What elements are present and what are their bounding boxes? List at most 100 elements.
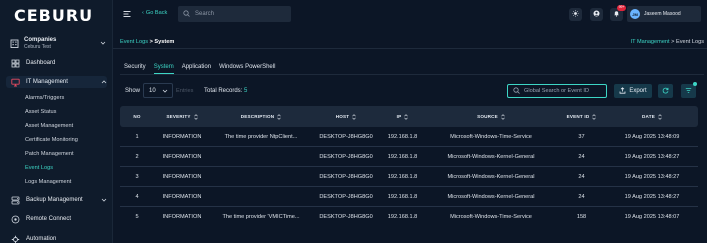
- sort-icon: [193, 113, 198, 120]
- sidebar-sub-alarms[interactable]: Alarms/Triggers: [25, 95, 64, 101]
- column-header-severity[interactable]: SEVERITY: [154, 113, 210, 120]
- table-row[interactable]: 4 INFORMATION DESKTOP-J8HG8G0 192.168.1.…: [120, 187, 698, 207]
- tab-security[interactable]: Security: [124, 64, 146, 74]
- cell-no: 4: [135, 193, 139, 200]
- export-button[interactable]: Export: [614, 84, 652, 98]
- remote-icon: [11, 215, 20, 224]
- sidebar-item-backup-management[interactable]: Backup Management: [6, 194, 107, 206]
- search-icon: [183, 9, 190, 19]
- sidebar-sub-asset-management[interactable]: Asset Management: [25, 123, 73, 129]
- cell-event-id: 37: [578, 133, 585, 140]
- table-row[interactable]: 1 INFORMATION The time provider NtpClien…: [120, 127, 698, 147]
- company-selector[interactable]: Companies Ceburu Test: [10, 35, 106, 51]
- column-header-host[interactable]: HOST: [312, 113, 380, 120]
- user-menu[interactable]: JM Jaseem Masood: [627, 6, 701, 22]
- building-icon: [10, 39, 19, 48]
- cell-date: 19 Aug 2025 13:48:27: [624, 193, 680, 200]
- log-type-tabs: Security System Application Windows Powe…: [124, 64, 283, 74]
- sidebar-item-automation[interactable]: Automation: [6, 233, 107, 243]
- sort-icon: [658, 113, 662, 120]
- cell-host: DESKTOP-J8HG8G0: [319, 173, 373, 180]
- breadcrumb-separator: >: [149, 39, 153, 45]
- app-logo[interactable]: CEBURU: [14, 6, 93, 25]
- column-label: IP: [396, 114, 402, 119]
- column-label: NO: [133, 114, 141, 119]
- column-header-date[interactable]: DATE: [606, 113, 698, 120]
- sort-icon: [501, 113, 505, 120]
- automation-icon: [11, 235, 20, 243]
- sort-icon: [352, 113, 356, 120]
- notifications-button[interactable]: 99+: [610, 5, 626, 21]
- tab-system[interactable]: System: [153, 64, 174, 74]
- filter-button[interactable]: [681, 82, 697, 98]
- cell-source: Microsoft-Windows-Kernel-General: [447, 153, 535, 160]
- sidebar-sub-certificate-monitoring[interactable]: Certificate Monitoring: [25, 137, 78, 143]
- sidebar-item-it-management[interactable]: IT Management: [6, 76, 107, 88]
- cell-no: 2: [135, 153, 139, 160]
- bell-icon: [613, 10, 620, 19]
- export-label: Export: [629, 88, 647, 94]
- cell-ip: 192.168.1.8: [387, 133, 418, 140]
- sidebar-item-label: Dashboard: [26, 60, 56, 66]
- column-header-ip[interactable]: IP: [380, 113, 425, 120]
- cell-severity: INFORMATION: [162, 133, 202, 140]
- search-input[interactable]: Search: [178, 6, 291, 22]
- user-name: Jaseem Masood: [644, 11, 681, 17]
- cell-source: Microsoft-Windows-Kernel-General: [447, 173, 535, 180]
- breadcrumb-current: System: [154, 39, 175, 45]
- table-row[interactable]: 5 INFORMATION The time provider 'VMICTim…: [120, 207, 698, 227]
- entries-value: 10: [149, 87, 156, 94]
- tab-application[interactable]: Application: [182, 64, 211, 74]
- cell-source: Microsoft-Windows-Kernel-General: [447, 193, 535, 200]
- column-label: SEVERITY: [166, 114, 191, 119]
- table-row[interactable]: 3 INFORMATION DESKTOP-J8HG8G0 192.168.1.…: [120, 167, 698, 187]
- sidebar-sub-event-logs[interactable]: Event Logs: [25, 165, 53, 171]
- hamburger-icon[interactable]: [123, 10, 131, 18]
- table-row[interactable]: 2 INFORMATION DESKTOP-J8HG8G0 192.168.1.…: [120, 147, 698, 167]
- sidebar-item-label: Remote Connect: [26, 216, 72, 222]
- cell-no: 5: [135, 214, 139, 220]
- breadcrumb-trail-parent[interactable]: IT Management: [631, 39, 670, 45]
- column-label: DATE: [642, 114, 655, 119]
- cell-ip: 192.168.1.8: [387, 214, 418, 220]
- cell-description: The time provider 'VMICTime...: [222, 214, 300, 220]
- column-header-description[interactable]: DESCRIPTION: [210, 113, 312, 120]
- breadcrumb-bar: Event Logs > System IT Management > Even…: [113, 34, 707, 49]
- chevron-left-icon: ‹: [142, 10, 144, 16]
- cell-severity: INFORMATION: [162, 173, 202, 180]
- cell-host: DESKTOP-J8HG8G0: [319, 193, 373, 200]
- sidebar-item-remote-connect[interactable]: Remote Connect: [6, 213, 107, 225]
- entries-per-page-select[interactable]: 10: [143, 83, 173, 98]
- sidebar-sub-logs-management[interactable]: Logs Management: [25, 179, 71, 185]
- breadcrumb-parent[interactable]: Event Logs: [120, 39, 148, 45]
- cell-severity: INFORMATION: [162, 193, 202, 200]
- cell-ip: 192.168.1.8: [387, 153, 418, 160]
- theme-toggle-button[interactable]: [569, 8, 582, 21]
- breadcrumb: Event Logs > System: [120, 39, 174, 45]
- chevron-up-icon: [101, 79, 107, 85]
- cell-ip: 192.168.1.8: [387, 193, 418, 200]
- company-title: Companies: [24, 36, 57, 43]
- cell-source: Microsoft-Windows-Time-Service: [450, 214, 532, 220]
- go-back-link[interactable]: ‹ Go Back: [142, 10, 167, 16]
- show-label: Show: [125, 88, 141, 94]
- profile-button[interactable]: [590, 8, 603, 21]
- column-label: HOST: [335, 114, 350, 119]
- go-back-label: Go Back: [145, 10, 168, 16]
- tab-windows-powershell[interactable]: Windows PowerShell: [219, 64, 275, 74]
- refresh-button[interactable]: [658, 84, 673, 98]
- column-header-source[interactable]: SOURCE: [425, 113, 557, 120]
- filter-icon: [685, 87, 692, 96]
- sidebar-sub-asset-status[interactable]: Asset Status: [25, 109, 56, 115]
- sidebar-sub-patch-management[interactable]: Patch Management: [25, 151, 74, 157]
- breadcrumb-trail: IT Management > Event Logs: [631, 39, 704, 45]
- global-search-input[interactable]: Global Search or Event ID: [507, 84, 607, 98]
- breadcrumb-trail-separator: >: [671, 39, 675, 45]
- global-search-placeholder: Global Search or Event ID: [524, 88, 589, 94]
- sidebar-item-dashboard[interactable]: Dashboard: [6, 57, 107, 69]
- column-label: DESCRIPTION: [240, 114, 275, 119]
- monitor-icon: [11, 78, 20, 87]
- chevron-down-icon: [100, 40, 106, 46]
- tab-divider: [120, 74, 704, 75]
- column-header-event-id[interactable]: EVENT ID: [557, 113, 606, 120]
